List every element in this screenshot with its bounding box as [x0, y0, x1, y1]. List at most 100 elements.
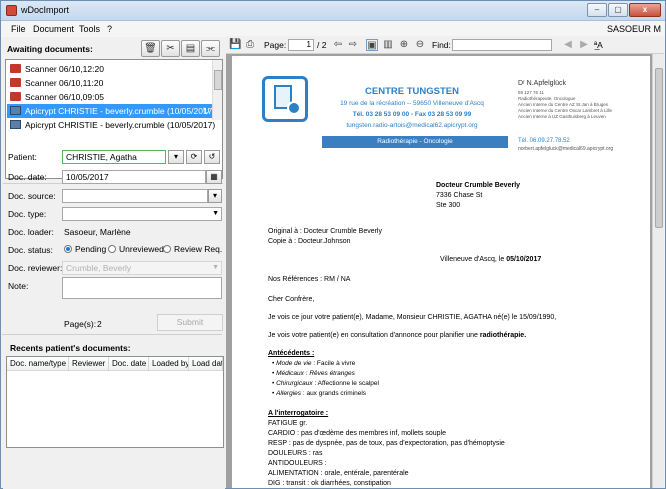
column-header[interactable]: Doc. name/type [7, 357, 69, 371]
radio-checked-icon [64, 245, 72, 253]
page-input[interactable]: 1 [288, 39, 314, 51]
antecedent-value: : Affectionne le scalpel [312, 380, 379, 387]
scrollbar-thumb[interactable] [655, 68, 663, 228]
fit-page-icon[interactable]: ▣ [366, 39, 378, 51]
original-line: Original à : Docteur Crumble Beverly [268, 228, 382, 235]
doctor-info-line: Ancien Interne du Centre AZ St Jan à Bru… [518, 102, 609, 107]
chevron-down-icon: ▾ [212, 191, 217, 200]
doc-type-label: Doc. type: [8, 209, 47, 219]
find-next-icon[interactable]: ▶ [578, 39, 590, 51]
doctor-email: norbert.apfelgluck@medical69.apicrypt.or… [518, 146, 614, 152]
recipient-street: 7336 Chase St [436, 192, 483, 199]
next-page-icon[interactable]: ⇨ [347, 39, 359, 51]
close-button[interactable]: x [629, 3, 661, 17]
patient-undo-button[interactable]: ↺ [204, 150, 220, 164]
column-header[interactable]: Load dat [189, 357, 223, 371]
chevron-down-icon: ▼ [212, 264, 219, 271]
radio-label: Review Req. [174, 244, 223, 254]
paragraph-1: Je vois ce jour votre patient(e), Madame… [268, 314, 557, 321]
antecedent-value: : Rêves étranges [303, 370, 355, 377]
menu-file[interactable]: File [11, 24, 26, 34]
status-unreviewed-radio[interactable]: Unreviewed [108, 244, 164, 254]
doc-source-dropdown[interactable]: ▾ [208, 189, 222, 203]
page-label: Page: [264, 40, 287, 50]
recipient-name: Docteur Crumble Beverly [436, 182, 521, 189]
menu-tools[interactable]: Tools [79, 24, 100, 34]
patient-input[interactable]: CHRISTIE, Agatha [62, 150, 166, 164]
match-case-option[interactable]: ª̲A [594, 40, 603, 50]
window-controls: – ▢ x [587, 3, 661, 17]
note-label: Note: [8, 281, 29, 291]
status-pending-radio[interactable]: Pending [64, 244, 106, 254]
radio-label: Unreviewed [119, 244, 164, 254]
save-icon[interactable]: 💾 [229, 39, 241, 51]
antecedent-key: Mode de vie [276, 360, 312, 367]
doctor-name: Dʳ N.Apfelglück [518, 80, 566, 87]
recent-documents-table[interactable]: Doc. name/type Reviewer Doc. date Loaded… [6, 356, 224, 448]
date-line-prefix: Villeneuve d'Ascq, le [440, 256, 507, 263]
patient-dropdown-button[interactable]: ▾ [168, 150, 184, 164]
doc-reviewer-label: Doc. reviewer: [8, 263, 63, 273]
column-header[interactable]: Doc. date [109, 357, 149, 371]
doc-source-input[interactable] [62, 189, 208, 203]
recipient-suite: Ste 300 [436, 202, 461, 209]
doctor-info-line: Ancien Interne du Centre Oscar Lambret à… [518, 108, 613, 113]
calendar-button[interactable]: ▦ [206, 170, 222, 184]
paragraph-2: Je vois votre patient(e) en consultation… [268, 332, 526, 339]
viewer-scrollbar[interactable] [652, 54, 664, 488]
minimize-button[interactable]: – [587, 3, 607, 17]
find-input[interactable] [452, 39, 552, 51]
radio-unchecked-icon [108, 245, 116, 253]
column-header[interactable]: Loaded by [149, 357, 189, 371]
doc-reviewer-value: Crumble, Beverly [66, 263, 132, 273]
note-textarea[interactable] [62, 277, 222, 299]
menu-bar: File Document Tools ? SASOEUR M [1, 21, 665, 37]
interrogatoire-line: CARDIO : pas d'œdème des membres inf, mo… [268, 430, 446, 437]
antecedent-item: • Chirurgicaux : Affectionne le scalpel [272, 380, 379, 387]
antecedent-key: Allergies [276, 390, 302, 397]
interrogatoire-line: DOULEURS : ras [268, 450, 323, 457]
interrogatoire-line: DIG : transit : ok diarrhées, constipati… [268, 480, 391, 487]
find-label: Find: [432, 40, 451, 50]
doc-date-input[interactable]: 10/05/2017 [62, 170, 206, 184]
maximize-button[interactable]: ▢ [608, 3, 628, 17]
patient-form: Patient: CHRISTIE, Agatha ▾ ⟳ ↺ Doc. dat… [2, 36, 224, 488]
submit-button[interactable]: Submit [157, 314, 223, 331]
menu-help[interactable]: ? [107, 24, 112, 34]
antecedents-title: Antécédents : [268, 350, 315, 357]
refresh-icon: ⟳ [190, 152, 198, 161]
calendar-icon: ▦ [210, 172, 218, 181]
patient-label: Patient: [8, 152, 37, 162]
doc-reviewer-select: Crumble, Beverly ▼ [62, 261, 222, 275]
pages-label: Page(s): [64, 319, 97, 329]
patient-search-button[interactable]: ⟳ [186, 150, 202, 164]
menu-document[interactable]: Document [33, 24, 74, 34]
center-email: tungsten.radio-artois@medical62.apicrypt… [346, 122, 478, 129]
zoom-out-icon[interactable]: ⊖ [414, 39, 426, 51]
interrogatoire-line: FATIGUE gr. [268, 420, 308, 427]
doc-loader-value: Sasoeur, Marlène [64, 227, 131, 237]
antecedent-value: : Facile à vivre [311, 360, 356, 367]
doc-status-label: Doc. status: [8, 245, 53, 255]
find-prev-icon[interactable]: ◀ [562, 39, 574, 51]
center-address: 19 rue de la récréation -- 59650 Villene… [340, 100, 484, 107]
zoom-in-icon[interactable]: ⊕ [398, 39, 410, 51]
prev-page-icon[interactable]: ⇦ [332, 39, 344, 51]
radio-unchecked-icon [163, 245, 171, 253]
recent-header: Recents patient's documents: [10, 343, 131, 353]
antecedent-item: • Médicaux : Rêves étranges [272, 370, 355, 377]
column-header[interactable]: Reviewer [69, 357, 109, 371]
antecedent-key: Chirurgicaux [276, 380, 313, 387]
document-viewer[interactable]: CENTRE TUNGSTEN 19 rue de la récréation … [226, 54, 664, 488]
references-line: Nos Références : RM / NA [268, 276, 351, 283]
doc-date-label: Doc. date: [8, 172, 47, 182]
doctor-info-line: 59 127 76 11 [518, 90, 544, 95]
status-review-radio[interactable]: Review Req. [163, 244, 222, 254]
doc-type-select[interactable]: ▼ [62, 207, 222, 221]
viewer-pane: 💾 ⎙ Page: 1 / 2 ⇦ ⇨ ▣ ▥ ⊕ ⊖ Find: ◀ ▶ ª̲… [226, 36, 664, 488]
antecedent-key: Médicaux [276, 370, 304, 377]
fit-width-icon[interactable]: ▥ [382, 39, 394, 51]
print-icon[interactable]: ⎙ [244, 39, 256, 51]
chevron-down-icon: ▼ [212, 210, 219, 217]
letter-date: 05/10/2017 [506, 256, 542, 263]
